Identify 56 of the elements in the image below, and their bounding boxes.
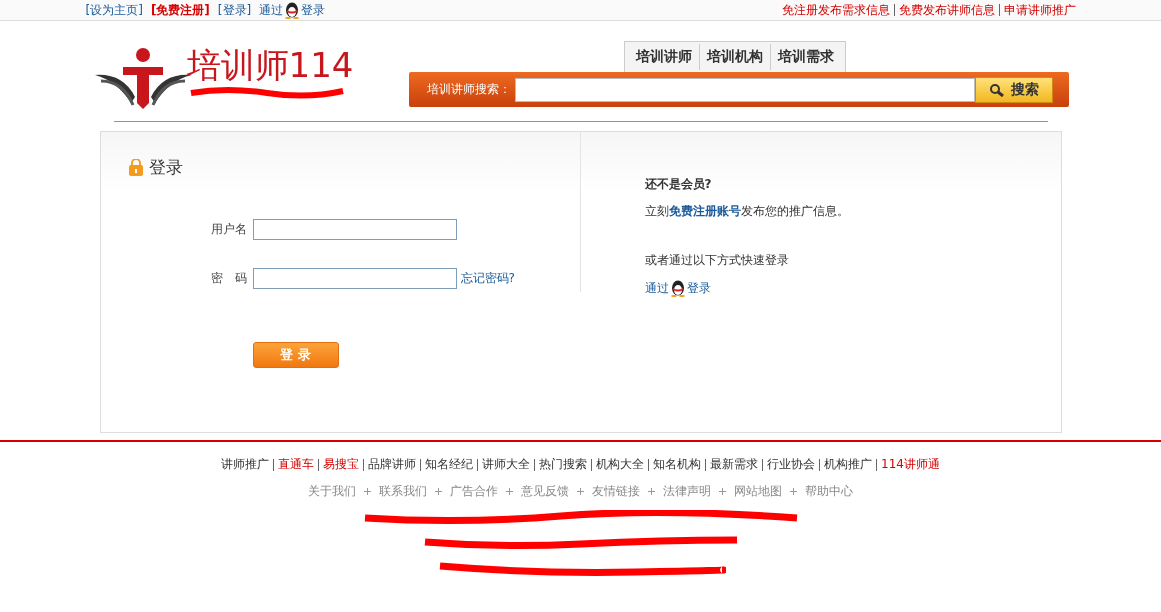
footer-link[interactable]: 网站地图 <box>734 483 782 500</box>
field-label: 用户名 <box>210 220 248 238</box>
top-link[interactable]: 免费发布讲师信息 <box>898 1 995 19</box>
plus-icon <box>719 488 726 495</box>
footer-link[interactable]: 关于我们 <box>308 483 356 500</box>
text-field[interactable] <box>252 267 457 289</box>
top-link[interactable]: [设为主页] <box>85 1 143 19</box>
nav-tab[interactable]: 培训机构 <box>698 44 770 70</box>
search-field[interactable] <box>514 77 975 102</box>
footer-link[interactable]: 广告合作 <box>450 483 498 500</box>
plus-icon <box>364 488 371 495</box>
top-link[interactable]: 免注册发布需求信息 <box>781 1 890 19</box>
footer-link[interactable]: 讲师推广 <box>221 456 270 473</box>
logo-title: 培训师114 <box>186 45 354 85</box>
nav-tab[interactable]: 培训需求 <box>769 44 841 70</box>
footer-link[interactable]: 讲师大全 <box>482 456 531 473</box>
search-icon <box>988 82 1005 97</box>
footer-link[interactable]: 品牌讲师 <box>368 456 417 473</box>
footer-link[interactable]: 114讲师通 <box>881 456 940 473</box>
footer-link[interactable]: 知名经纪 <box>425 456 474 473</box>
top-link[interactable]: 申请讲师推广 <box>1003 1 1076 19</box>
footer-link[interactable]: 法律声明 <box>663 483 711 500</box>
lock-icon <box>128 159 143 176</box>
search-label: 培训讲师搜索： <box>426 81 511 98</box>
footer-link[interactable]: 直通车 <box>278 456 315 473</box>
plus-icon <box>435 488 442 495</box>
member-question: 还不是会员? <box>644 176 713 193</box>
register-link[interactable]: 免费注册账号 <box>668 204 741 218</box>
qq-login-link[interactable]: 通过 登录 <box>259 1 326 19</box>
forgot-password-link[interactable]: 忘记密码? <box>460 269 515 287</box>
footer-link[interactable]: 意见反馈 <box>521 483 569 500</box>
footer-link[interactable]: 机构大全 <box>596 456 645 473</box>
search-button[interactable]: 搜索 <box>974 76 1053 103</box>
top-link[interactable]: [登录] <box>217 1 252 19</box>
footer-link[interactable]: 易搜宝 <box>323 456 360 473</box>
plus-icon <box>506 488 513 495</box>
footer-link[interactable]: 最新需求 <box>710 456 759 473</box>
qq-login-link[interactable]: 通过 登录 <box>644 279 711 297</box>
plus-icon <box>648 488 655 495</box>
field-label: 密 码 <box>210 269 248 287</box>
top-link[interactable]: [免费注册] <box>150 1 210 19</box>
register-text: 立刻免费注册账号发布您的推广信息。 <box>644 203 849 220</box>
plus-icon <box>577 488 584 495</box>
footer-link[interactable]: 友情链接 <box>592 483 640 500</box>
penguin-icon <box>669 279 686 297</box>
footer-link[interactable]: 知名机构 <box>653 456 702 473</box>
login-title: 登录 <box>148 156 183 179</box>
plus-icon <box>790 488 797 495</box>
footer-link[interactable]: 机构推广 <box>824 456 873 473</box>
nav-tab[interactable]: 培训讲师 <box>628 44 699 70</box>
footer-link[interactable]: 联系我们 <box>379 483 427 500</box>
quick-login-text: 或者通过以下方式快速登录 <box>644 252 790 269</box>
text-field[interactable] <box>252 218 457 240</box>
footer-link[interactable]: 行业协会 <box>767 456 816 473</box>
footer-link[interactable]: 帮助中心 <box>805 483 853 500</box>
footer-link[interactable]: 热门搜索 <box>539 456 588 473</box>
